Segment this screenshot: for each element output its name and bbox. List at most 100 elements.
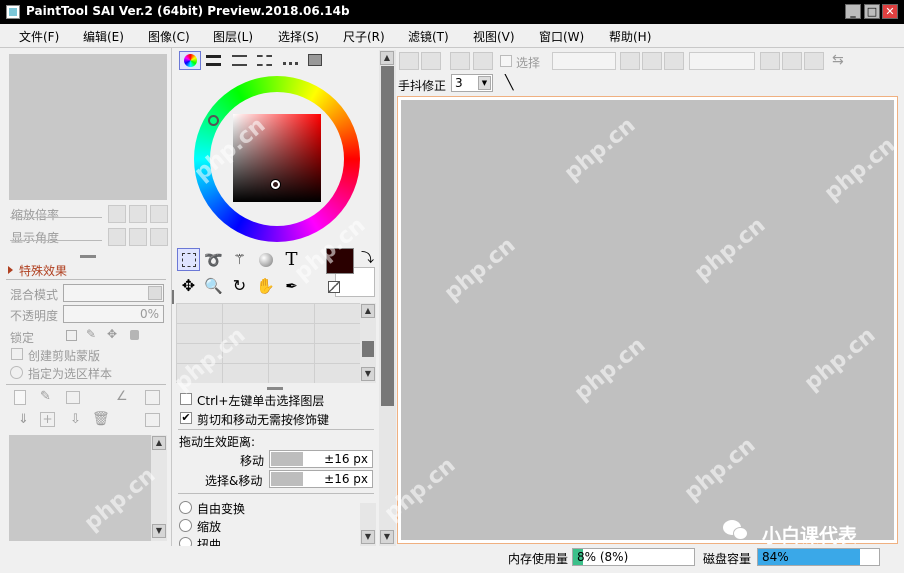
menu-view[interactable]: 视图(V) (473, 28, 515, 45)
lock-move-icon[interactable]: ✥ (107, 327, 117, 341)
new-mask-icon[interactable] (145, 390, 160, 405)
magic-wand-tool[interactable]: ⚚ (228, 248, 251, 271)
select-dropdown[interactable] (552, 52, 616, 70)
merge-down-icon[interactable]: ⇓ (18, 412, 29, 427)
zoom-reset-button[interactable] (150, 205, 168, 223)
angle-slider[interactable] (10, 231, 102, 241)
menu-ruler[interactable]: 尺子(R) (343, 28, 385, 45)
toolbar-button-2[interactable] (421, 52, 441, 70)
zoom-slider[interactable] (10, 208, 102, 218)
scroll-up-button[interactable]: ▲ (361, 304, 375, 318)
hsv-slider-tab[interactable] (232, 55, 247, 66)
lock-paint-icon[interactable]: ✎ (86, 327, 96, 341)
hue-marker[interactable] (208, 115, 219, 126)
close-button[interactable]: ✕ (882, 4, 898, 19)
delete-layer-icon[interactable]: 🗑 (92, 411, 110, 427)
menu-window[interactable]: 窗口(W) (539, 28, 584, 45)
rect-select-tool[interactable] (177, 248, 200, 271)
canvas-area[interactable]: php.cn php.cn php.cn php.cn php.cn php.c… (80, 96, 900, 547)
rgb-slider-tab[interactable] (206, 55, 221, 66)
toolbar-button-3[interactable] (450, 52, 470, 70)
maximize-button[interactable]: □ (864, 4, 880, 19)
select-move-slider[interactable]: ±16 px (269, 470, 373, 488)
menu-image[interactable]: 图像(C) (148, 28, 190, 45)
scroll-down-button[interactable]: ▼ (361, 530, 375, 544)
toolbar-button-7[interactable] (664, 52, 684, 70)
toolbar-button-6[interactable] (642, 52, 662, 70)
swatches-tab[interactable] (283, 56, 298, 65)
scroll-up-button[interactable]: ▲ (380, 51, 394, 65)
zoom-in-button[interactable] (129, 205, 147, 223)
scroll-down-button[interactable]: ▼ (152, 524, 166, 538)
splitter-handle[interactable] (267, 387, 283, 390)
menu-layer[interactable]: 图层(L) (213, 28, 253, 45)
lock-all-icon[interactable] (130, 330, 139, 340)
stabilizer-select[interactable]: 3 ▼ (451, 74, 493, 92)
menu-file[interactable]: 文件(F) (19, 28, 59, 45)
transparent-color-icon[interactable] (328, 281, 340, 293)
rotate-right-button[interactable] (129, 228, 147, 246)
line-tool-icon[interactable]: ╲ (505, 76, 521, 92)
cut-move-checkbox[interactable]: ✔ (180, 412, 192, 424)
tool-list-scrollbar[interactable]: ▲ ▼ (360, 303, 376, 383)
scratchpad-tab[interactable] (308, 54, 322, 66)
menu-filter[interactable]: 滤镜(T) (408, 28, 449, 45)
rotate-tool[interactable]: ↻ (228, 274, 251, 297)
swap-colors-icon[interactable]: ⤵ (361, 247, 374, 266)
effects-label[interactable]: 特殊效果 (19, 262, 67, 279)
shape-tool[interactable] (254, 248, 277, 271)
transfer-icon[interactable]: ⇩ (70, 412, 81, 427)
toolbar-button-9[interactable] (782, 52, 802, 70)
new-ruler-icon[interactable]: ∠ (116, 389, 128, 404)
toolbar-button-5[interactable] (620, 52, 640, 70)
new-folder-icon[interactable] (66, 391, 80, 404)
distort-radio[interactable] (179, 537, 192, 546)
panel-scrollbar[interactable]: ▲ ▼ (379, 50, 396, 546)
minimize-button[interactable]: _ (845, 4, 861, 19)
zoom-tool[interactable]: 🔍 (202, 274, 225, 297)
move-distance-slider[interactable]: ±16 px (269, 450, 373, 468)
opacity-slider[interactable]: 0% (63, 305, 164, 323)
scroll-down-button[interactable]: ▼ (361, 367, 375, 381)
view-dropdown[interactable] (689, 52, 755, 70)
rotate-reset-button[interactable] (150, 228, 168, 246)
add-icon[interactable]: + (40, 412, 55, 427)
scroll-thumb[interactable] (362, 341, 374, 357)
flip-icon[interactable]: ⇆ (832, 52, 844, 68)
hand-tool[interactable]: ✋ (254, 274, 277, 297)
menu-edit[interactable]: 编辑(E) (83, 28, 124, 45)
new-linework-icon[interactable]: ✎ (40, 389, 51, 404)
rotate-left-button[interactable] (108, 228, 126, 246)
navigator-preview[interactable] (9, 54, 167, 200)
lock-transparency-icon[interactable] (66, 330, 77, 341)
canvas[interactable] (401, 100, 894, 540)
selection-source-radio[interactable] (10, 366, 23, 379)
options-scrollbar[interactable]: ▼ (360, 503, 376, 546)
layer-list-scrollbar[interactable]: ▲ ▼ (151, 435, 167, 541)
mixer-tab[interactable] (257, 55, 272, 66)
scroll-down-button[interactable]: ▼ (380, 530, 394, 544)
layer-prop-icon[interactable] (145, 413, 160, 427)
menu-help[interactable]: 帮助(H) (609, 28, 651, 45)
select-checkbox[interactable] (500, 55, 512, 67)
blend-mode-select[interactable] (63, 284, 164, 302)
lasso-tool[interactable]: ➰ (202, 248, 225, 271)
free-transform-radio[interactable] (179, 501, 192, 514)
scale-radio[interactable] (179, 519, 192, 532)
left-splitter[interactable] (172, 290, 174, 304)
menu-select[interactable]: 选择(S) (278, 28, 319, 45)
toolbar-button-8[interactable] (760, 52, 780, 70)
scroll-thumb[interactable] (381, 66, 394, 406)
clip-mask-checkbox[interactable] (11, 348, 23, 360)
color-wheel-tab[interactable] (179, 51, 201, 70)
toolbar-button-10[interactable] (804, 52, 824, 70)
sv-marker[interactable] (271, 180, 280, 189)
scroll-up-button[interactable]: ▲ (152, 436, 166, 450)
toolbar-button-1[interactable] (399, 52, 419, 70)
zoom-out-button[interactable] (108, 205, 126, 223)
toolbar-button-4[interactable] (473, 52, 493, 70)
move-tool[interactable]: ✥ (177, 274, 200, 297)
splitter-handle[interactable] (80, 255, 96, 258)
new-layer-icon[interactable] (14, 390, 26, 405)
effects-expand-icon[interactable] (8, 266, 13, 274)
